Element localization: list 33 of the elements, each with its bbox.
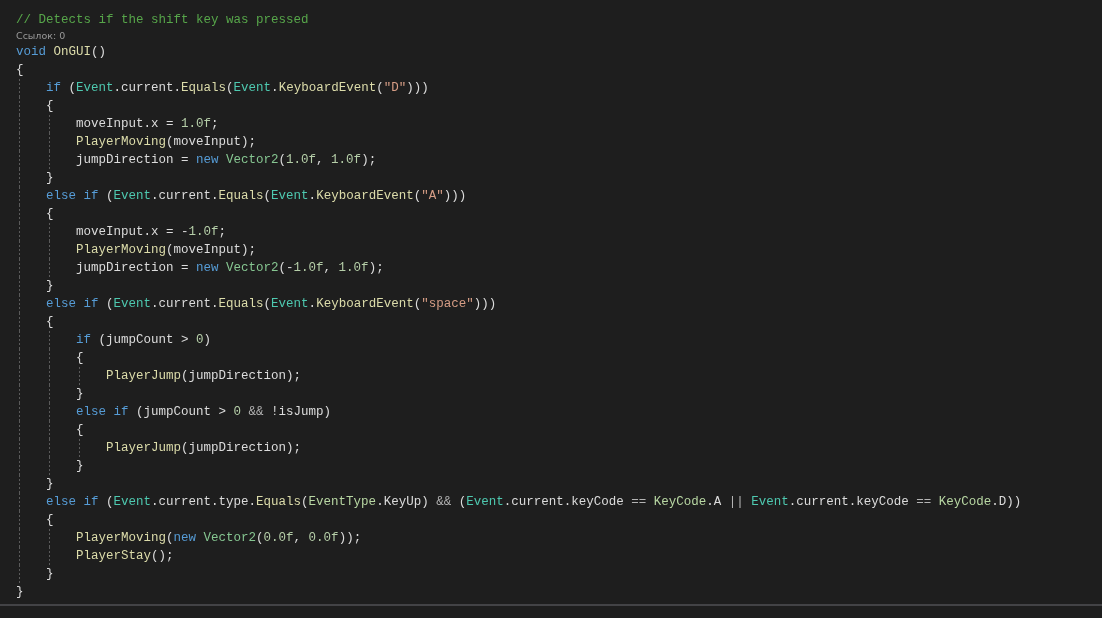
code-line: moveInput.x = 1.0f; xyxy=(76,116,219,133)
reference-count[interactable]: Ссылок: 0 xyxy=(16,29,66,43)
code-line: } xyxy=(46,170,54,187)
code-line: { xyxy=(76,350,84,367)
code-line: { xyxy=(46,512,54,529)
code-line: moveInput.x = -1.0f; xyxy=(76,224,227,241)
code-line: else if (Event.current.type.Equals(EventType.KeyUp) && (Event.current.keyCode == KeyCode.A || Event.current.keyCode == KeyCode.D)) xyxy=(46,494,1022,511)
code-line: // Detects if the shift key was pressed xyxy=(16,12,309,29)
code-line: } xyxy=(76,458,84,475)
code-line: jumpDirection = new Vector2(-1.0f, 1.0f); xyxy=(76,260,384,277)
code-line: PlayerMoving(moveInput); xyxy=(76,242,257,259)
code-line: PlayerMoving(new Vector2(0.0f, 0.0f)); xyxy=(76,530,362,547)
code-line: { xyxy=(46,314,54,331)
code-line: { xyxy=(46,206,54,223)
code-line: if (Event.current.Equals(Event.KeyboardEvent("D"))) xyxy=(46,80,429,97)
code-line: else if (jumpCount > 0 && !isJump) xyxy=(76,404,332,421)
code-line: jumpDirection = new Vector2(1.0f, 1.0f); xyxy=(76,152,377,169)
code-line: } xyxy=(46,566,54,583)
code-line: } xyxy=(46,476,54,493)
code-line: } xyxy=(76,386,84,403)
code-line: } xyxy=(46,278,54,295)
code-line: PlayerMoving(moveInput); xyxy=(76,134,257,151)
code-line: if (jumpCount > 0) xyxy=(76,332,212,349)
code-line: { xyxy=(46,98,54,115)
code-line: else if (Event.current.Equals(Event.KeyboardEvent("A"))) xyxy=(46,188,467,205)
code-line: PlayerStay(); xyxy=(76,548,174,565)
code-line: PlayerJump(jumpDirection); xyxy=(106,440,302,457)
code-line: void OnGUI() xyxy=(16,44,107,61)
code-line: { xyxy=(76,422,84,439)
code-line: { xyxy=(16,62,24,79)
code-line: } xyxy=(16,584,24,601)
code-line: PlayerJump(jumpDirection); xyxy=(106,368,302,385)
code-line: else if (Event.current.Equals(Event.KeyboardEvent("space"))) xyxy=(46,296,497,313)
